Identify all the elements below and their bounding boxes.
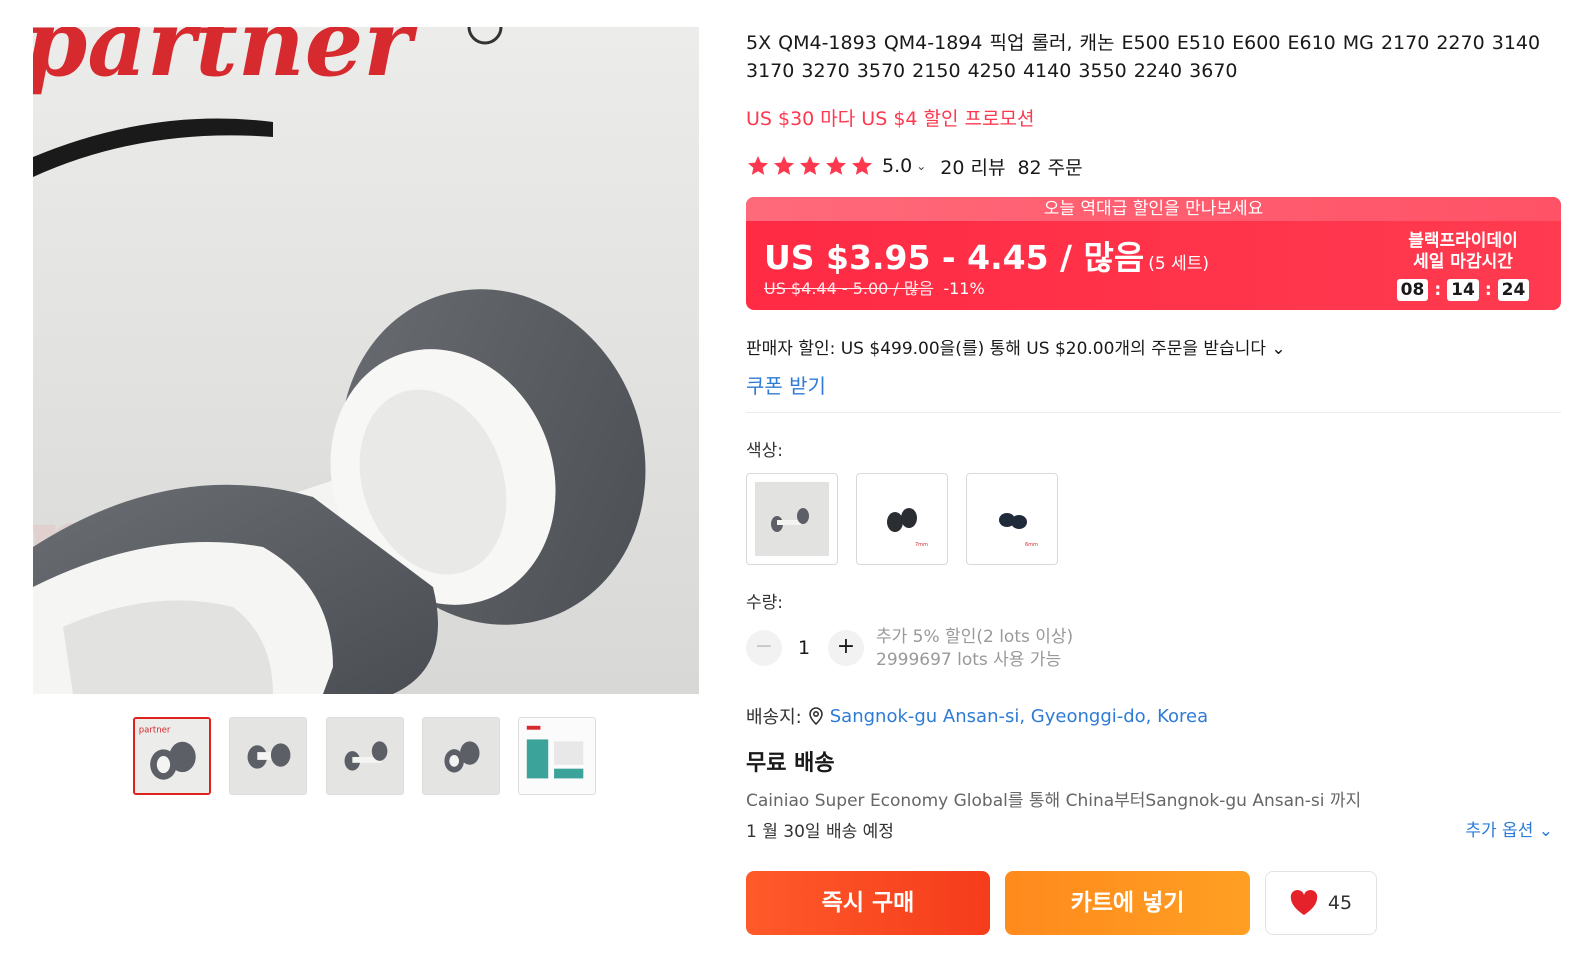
thumbnail-4[interactable]	[422, 717, 500, 795]
ship-to-location-link[interactable]: Sangnok-gu Ansan-si, Gyeonggi-do, Korea	[830, 706, 1208, 727]
quantity-increase-button[interactable]: +	[828, 630, 864, 666]
thumbnail-2[interactable]	[229, 717, 307, 795]
countdown-separator: :	[1484, 280, 1492, 300]
main-product-photo: partner partner	[33, 27, 699, 694]
quantity-label: 수량:	[746, 593, 784, 613]
brand-watermark: partner	[33, 27, 418, 97]
swatch-black-rollers-6mm[interactable]: 6mm	[966, 473, 1058, 565]
current-price: US $3.95 - 4.45 / 많음 (5 세트)	[764, 231, 1209, 279]
heart-icon	[1290, 890, 1318, 915]
countdown-label-2: 세일 마감시간	[1413, 252, 1513, 272]
quantity-value[interactable]: 1	[798, 637, 810, 659]
svg-text:7mm: 7mm	[915, 542, 928, 548]
ship-to-row: 배송지: Sangnok-gu Ansan-si, Gyeonggi-do, K…	[746, 703, 1208, 729]
rating-chevron-icon[interactable]: ⌄	[916, 159, 926, 173]
countdown-hours: 08	[1396, 279, 1429, 301]
price-unit: (5 세트)	[1148, 254, 1210, 274]
star-icon	[826, 156, 846, 175]
star-icon	[748, 156, 768, 175]
star-icon	[774, 156, 794, 175]
swatch-black-rollers-7mm[interactable]: 7mm	[856, 473, 948, 565]
promo-text: US $30 마다 US $4 할인 프로모션	[746, 108, 1035, 130]
star-icon	[800, 156, 820, 175]
free-shipping-label: 무료 배송	[746, 751, 835, 776]
divider	[746, 412, 1561, 413]
quantity-decrease-button[interactable]: −	[746, 630, 782, 666]
sale-countdown: 블랙프라이데이 세일 마감시간 08 : 14 : 24	[1383, 231, 1543, 301]
price-range: US $3.95 - 4.45 / 많음	[764, 238, 1145, 277]
svg-text:partner: partner	[139, 725, 171, 735]
rating-stars	[746, 154, 874, 178]
thumbnail-5[interactable]	[518, 717, 596, 795]
countdown-label-1: 블랙프라이데이	[1408, 231, 1518, 251]
buy-now-button[interactable]: 즉시 구매	[746, 871, 990, 935]
quantity-note: 추가 5% 할인(2 lots 이상) 2999697 lots 사용 가능	[876, 626, 1073, 672]
shipping-method: Cainiao Super Economy Global를 통해 China부터…	[746, 791, 1362, 811]
rating-value[interactable]: 5.0	[882, 155, 912, 177]
color-label: 색상:	[746, 441, 784, 461]
bulk-discount-note: 추가 5% 할인(2 lots 이상)	[876, 627, 1074, 647]
wishlist-button[interactable]: 45	[1265, 871, 1377, 935]
wishlist-count: 45	[1327, 892, 1353, 914]
thumbnail-1[interactable]: partner	[133, 717, 211, 795]
review-count[interactable]: 20 리뷰	[940, 153, 1005, 180]
order-count: 82 주문	[1017, 156, 1083, 179]
thumbnail-3[interactable]	[326, 717, 404, 795]
countdown-minutes: 14	[1447, 279, 1479, 301]
seller-discount[interactable]: 판매자 할인: US $499.00을(를) 통해 US $20.00개의 주문…	[746, 334, 1286, 359]
stock-available: 2999697 lots 사용 가능	[876, 650, 1062, 670]
countdown-separator: :	[1434, 280, 1442, 300]
more-shipping-options-link[interactable]: 추가 옵션 ⌄	[1465, 816, 1553, 841]
countdown-seconds: 24	[1497, 279, 1530, 301]
location-pin-icon	[808, 707, 823, 725]
add-to-cart-button[interactable]: 카트에 넣기	[1005, 871, 1250, 935]
sale-banner: 오늘 역대급 할인을 만나보세요	[746, 197, 1561, 221]
discount-percent: -11%	[943, 279, 985, 298]
svg-text:6mm: 6mm	[1025, 542, 1038, 548]
delivery-estimate: 1 월 30일 배송 예정	[746, 822, 894, 842]
star-icon	[852, 156, 872, 175]
main-product-image[interactable]: partner partner	[33, 27, 699, 694]
swatch-roller-set[interactable]	[746, 473, 838, 565]
ship-to-label: 배송지:	[746, 707, 802, 728]
original-price: US $4.44 - 5.00 / 많음 -11%	[764, 275, 985, 299]
rating-row: 5.0 ⌄ 20 리뷰 82 주문	[746, 153, 1083, 179]
coupon-link[interactable]: 쿠폰 받기	[746, 370, 826, 399]
product-title: 5X QM4-1893 QM4-1894 픽업 롤러, 캐논 E500 E510…	[746, 32, 1541, 82]
original-price-value: US $4.44 - 5.00 / 많음	[764, 279, 934, 298]
price-box: 오늘 역대급 할인을 만나보세요 US $3.95 - 4.45 / 많음 (5 …	[746, 197, 1561, 310]
